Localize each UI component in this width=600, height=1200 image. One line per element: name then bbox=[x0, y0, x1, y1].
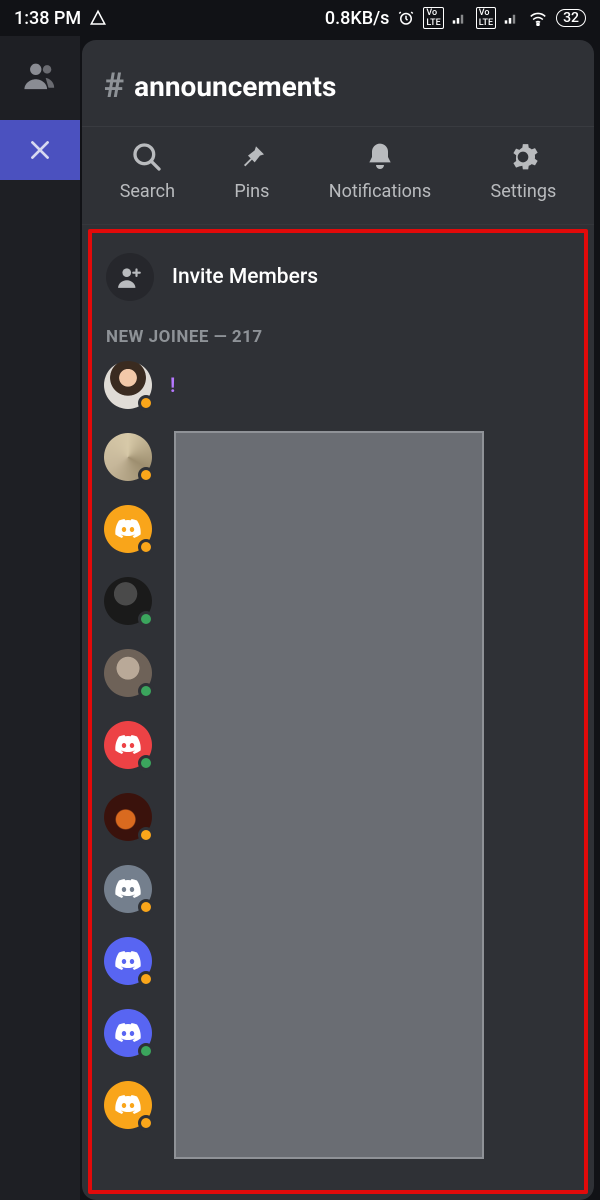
wifi-icon bbox=[528, 10, 548, 26]
settings-action[interactable]: Settings bbox=[491, 141, 557, 202]
online-status-dot bbox=[138, 611, 154, 627]
battery-pill: 32 bbox=[556, 9, 586, 27]
idle-status-dot bbox=[138, 899, 154, 915]
online-status-dot bbox=[138, 683, 154, 699]
search-icon bbox=[131, 141, 163, 173]
avatar bbox=[104, 1081, 152, 1129]
person-add-icon bbox=[117, 266, 143, 288]
signal-icon-2 bbox=[504, 11, 520, 25]
member-name: ! bbox=[170, 373, 175, 397]
redaction-overlay bbox=[174, 431, 484, 1159]
notifications-action[interactable]: Notifications bbox=[329, 141, 431, 202]
status-time: 1:38 PM bbox=[14, 8, 81, 29]
volte-icon-2: VoLTE bbox=[476, 7, 496, 29]
idle-status-dot bbox=[138, 971, 154, 987]
invite-label: Invite Members bbox=[172, 265, 318, 289]
channel-name: announcements bbox=[134, 70, 336, 103]
status-speed: 0.8KB/s bbox=[325, 8, 390, 29]
avatar bbox=[104, 865, 152, 913]
avatar bbox=[104, 577, 152, 625]
bell-icon bbox=[364, 141, 396, 173]
avatar bbox=[104, 793, 152, 841]
panel-header: # announcements bbox=[82, 40, 594, 127]
signal-icon-1 bbox=[452, 11, 468, 25]
alarm-icon bbox=[397, 9, 415, 27]
online-status-dot bbox=[138, 755, 154, 771]
idle-status-dot bbox=[138, 467, 154, 483]
action-bar: Search Pins Notifications Settings bbox=[82, 127, 594, 225]
members-icon[interactable] bbox=[23, 60, 57, 90]
status-bar: 1:38 PM 0.8KB/s VoLTE VoLTE 32 bbox=[0, 0, 600, 36]
pins-action[interactable]: Pins bbox=[234, 141, 269, 202]
member-section-title: NEW JOINEE — 217 bbox=[102, 315, 574, 361]
idle-status-dot bbox=[138, 827, 154, 843]
volte-icon-1: VoLTE bbox=[423, 7, 443, 29]
hash-icon: # bbox=[104, 66, 124, 106]
avatar bbox=[104, 721, 152, 769]
avatar bbox=[104, 361, 152, 409]
avatar bbox=[104, 433, 152, 481]
channel-details-panel: # announcements Search Pins Notification… bbox=[82, 40, 594, 1200]
invite-icon-circle bbox=[106, 253, 154, 301]
idle-status-dot bbox=[138, 395, 154, 411]
gear-icon bbox=[507, 141, 539, 173]
idle-status-dot bbox=[138, 539, 154, 555]
avatar bbox=[104, 505, 152, 553]
avatar bbox=[104, 937, 152, 985]
online-status-dot bbox=[138, 1043, 154, 1059]
idle-status-dot bbox=[138, 1115, 154, 1131]
server-rail bbox=[0, 36, 80, 1200]
pin-icon bbox=[236, 141, 268, 173]
close-icon bbox=[27, 137, 53, 163]
avatar bbox=[104, 649, 152, 697]
member-row[interactable]: ! bbox=[104, 361, 574, 409]
triangle-warn-icon bbox=[89, 9, 107, 27]
search-action[interactable]: Search bbox=[120, 141, 175, 202]
panel-body-highlighted: Invite Members NEW JOINEE — 217 ! bbox=[88, 229, 588, 1194]
close-button[interactable] bbox=[0, 120, 80, 180]
avatar bbox=[104, 1009, 152, 1057]
invite-members-row[interactable]: Invite Members bbox=[102, 245, 574, 315]
